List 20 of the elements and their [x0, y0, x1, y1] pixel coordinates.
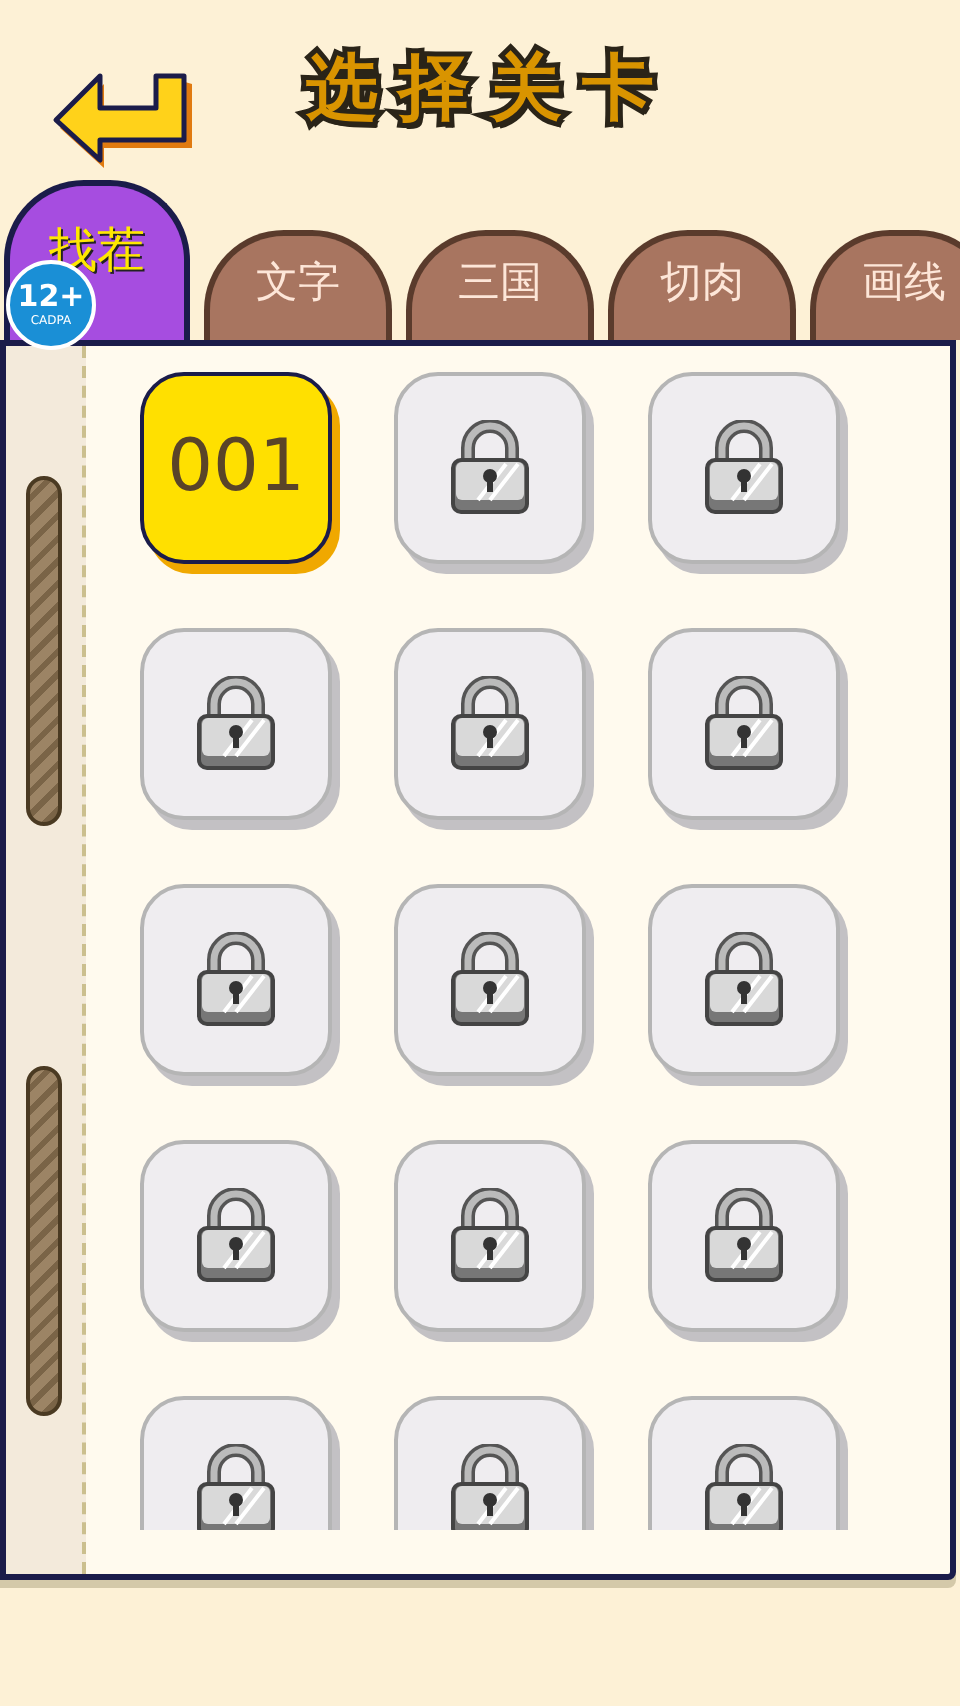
padlock-icon: [196, 932, 276, 1028]
age-rating-text: 12+: [17, 282, 85, 312]
category-tab[interactable]: 文字: [204, 230, 392, 340]
padlock-icon: [704, 932, 784, 1028]
padlock-icon: [196, 1444, 276, 1530]
padlock-icon: [196, 1188, 276, 1284]
padlock-icon: [704, 676, 784, 772]
padlock-icon: [450, 1188, 530, 1284]
padlock-icon: [450, 676, 530, 772]
category-tab[interactable]: 三国: [406, 230, 594, 340]
padlock-icon: [704, 1444, 784, 1530]
screen-title: 选择关卡: [306, 46, 674, 134]
padlock-icon: [450, 420, 530, 516]
padlock-icon: [450, 1444, 530, 1530]
padlock-icon: [196, 676, 276, 772]
padlock-icon: [450, 932, 530, 1028]
padlock-icon: [704, 1188, 784, 1284]
category-tab[interactable]: 画线: [810, 230, 960, 340]
padlock-icon: [704, 420, 784, 516]
category-tab[interactable]: 切肉: [608, 230, 796, 340]
